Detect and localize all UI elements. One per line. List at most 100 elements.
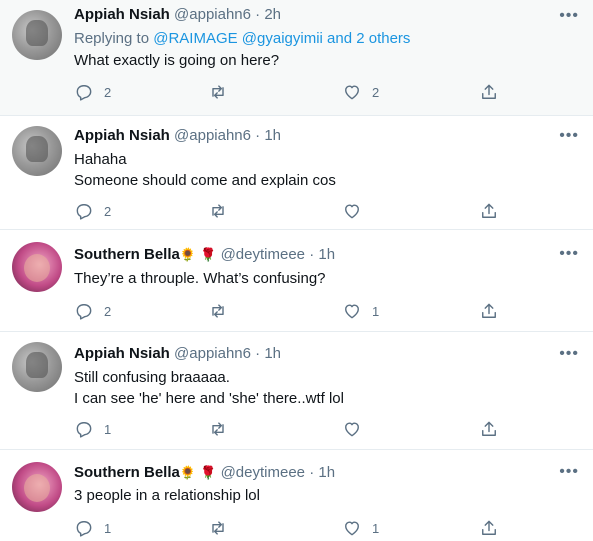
reply-icon [76, 521, 92, 537]
reply-button[interactable]: 1 [74, 418, 111, 440]
user-name[interactable]: Appiah Nsiah [74, 6, 170, 23]
tweet-text-line: Someone should come and explain cos [74, 172, 336, 189]
reply-button[interactable]: 2 [74, 81, 111, 103]
reply-button[interactable]: 1 [74, 517, 111, 539]
retweet-button[interactable] [208, 300, 238, 322]
tweet-actions: 2 [74, 200, 514, 222]
separator: · [255, 6, 261, 23]
tweet-text: They’re a throuple. What’s confusing? [74, 268, 326, 289]
tweet-4[interactable]: Southern Bella🌻 🌹 @deytimeee · 1h ••• 3 … [0, 450, 593, 541]
sunflower-emoji: 🌻 [179, 465, 197, 480]
reply-button[interactable]: 2 [74, 200, 111, 222]
tweet-header: Appiah Nsiah @appiahn6 · 1h [74, 344, 281, 364]
tweet-actions: 1 1 [74, 517, 514, 539]
tweet-actions: 2 1 [74, 300, 514, 322]
like-count: 2 [372, 84, 380, 100]
reply-count: 2 [104, 203, 112, 219]
replying-to-label: Replying to [74, 30, 150, 47]
reply-icon [76, 304, 92, 320]
tweet-actions: 2 2 [74, 81, 514, 103]
tweet-text: Still confusing braaaaa. I can see 'he' … [74, 367, 344, 409]
replying-to: Replying to @RAIMAGE @gyaigyimii and 2 o… [74, 29, 410, 49]
separator: · [309, 246, 315, 263]
more-horizontal-icon[interactable]: ••• [559, 346, 579, 362]
heart-icon [345, 85, 359, 100]
timestamp[interactable]: 1h [318, 246, 335, 263]
share-button[interactable] [479, 418, 499, 440]
rose-emoji: 🌹 [200, 247, 217, 262]
avatar[interactable] [12, 242, 62, 292]
avatar[interactable] [12, 462, 62, 512]
retweet-button[interactable] [208, 418, 238, 440]
reply-count: 2 [104, 84, 112, 100]
heart-icon [345, 521, 359, 536]
tweet-text-line: 3 people in a relationship lol [74, 487, 260, 504]
reply-icon [76, 204, 92, 220]
tweet-header: Southern Bella🌻 🌹 @deytimeee · 1h [74, 463, 335, 483]
like-button[interactable]: 2 [342, 81, 379, 103]
tweet-text-line: Still confusing braaaaa. [74, 369, 230, 386]
tweet-2[interactable]: Southern Bella🌻 🌹 @deytimeee · 1h ••• Th… [0, 230, 593, 332]
reply-button[interactable]: 2 [74, 300, 111, 322]
user-name[interactable]: Appiah Nsiah [74, 345, 170, 362]
user-name[interactable]: Southern Bella [74, 246, 180, 263]
reply-icon [76, 85, 92, 101]
like-button[interactable]: 1 [342, 517, 379, 539]
tweet-header: Southern Bella🌻 🌹 @deytimeee · 1h [74, 245, 335, 265]
reply-count: 1 [104, 421, 112, 437]
user-handle[interactable]: @appiahn6 [174, 345, 251, 362]
share-icon [482, 84, 496, 99]
timestamp[interactable]: 1h [264, 127, 281, 144]
more-horizontal-icon[interactable]: ••• [559, 246, 579, 262]
avatar[interactable] [12, 342, 62, 392]
user-name[interactable]: Southern Bella [74, 464, 180, 481]
timestamp[interactable]: 1h [318, 464, 335, 481]
more-horizontal-icon[interactable]: ••• [559, 128, 579, 144]
user-handle[interactable]: @appiahn6 [174, 6, 251, 23]
user-handle[interactable]: @deytimeee [221, 464, 305, 481]
retweet-button[interactable] [208, 81, 238, 103]
timestamp[interactable]: 1h [264, 345, 281, 362]
retweet-icon [212, 422, 224, 436]
share-icon [482, 203, 496, 218]
user-name[interactable]: Appiah Nsiah [74, 127, 170, 144]
reply-icon [76, 422, 92, 438]
share-button[interactable] [479, 300, 499, 322]
share-button[interactable] [479, 517, 499, 539]
share-icon [482, 520, 496, 535]
replying-to-mentions[interactable]: @RAIMAGE @gyaigyimii and 2 others [153, 30, 410, 47]
user-handle[interactable]: @appiahn6 [174, 127, 251, 144]
avatar[interactable] [12, 126, 62, 176]
tweet-text: Hahaha Someone should come and explain c… [74, 149, 336, 191]
tweet-text-line: I can see 'he' here and 'she' there..wtf… [74, 390, 344, 407]
heart-icon [345, 422, 359, 437]
tweet-1[interactable]: Appiah Nsiah @appiahn6 · 1h ••• Hahaha S… [0, 116, 593, 230]
timestamp[interactable]: 2h [264, 6, 281, 23]
tweet-text: 3 people in a relationship lol [74, 485, 260, 506]
reply-count: 2 [104, 303, 112, 319]
rose-emoji: 🌹 [200, 465, 217, 480]
retweet-icon [212, 521, 224, 535]
share-icon [482, 421, 496, 436]
share-button[interactable] [479, 81, 499, 103]
reply-count: 1 [104, 520, 112, 536]
separator: · [255, 345, 261, 362]
like-button[interactable]: 1 [342, 300, 379, 322]
retweet-icon [212, 304, 224, 318]
share-icon [482, 303, 496, 318]
tweet-0[interactable]: Appiah Nsiah @appiahn6 · 2h ••• Replying… [0, 0, 593, 116]
retweet-button[interactable] [208, 200, 238, 222]
share-button[interactable] [479, 200, 499, 222]
like-button[interactable] [342, 200, 372, 222]
user-handle[interactable]: @deytimeee [221, 246, 305, 263]
like-count: 1 [372, 303, 380, 319]
tweet-3[interactable]: Appiah Nsiah @appiahn6 · 1h ••• Still co… [0, 332, 593, 450]
tweet-text: What exactly is going on here? [74, 50, 279, 71]
more-horizontal-icon[interactable]: ••• [559, 8, 579, 24]
retweet-button[interactable] [208, 517, 238, 539]
like-button[interactable] [342, 418, 372, 440]
more-horizontal-icon[interactable]: ••• [559, 464, 579, 480]
tweet-text-line: What exactly is going on here? [74, 52, 280, 69]
avatar[interactable] [12, 10, 62, 60]
heart-icon [345, 304, 359, 319]
